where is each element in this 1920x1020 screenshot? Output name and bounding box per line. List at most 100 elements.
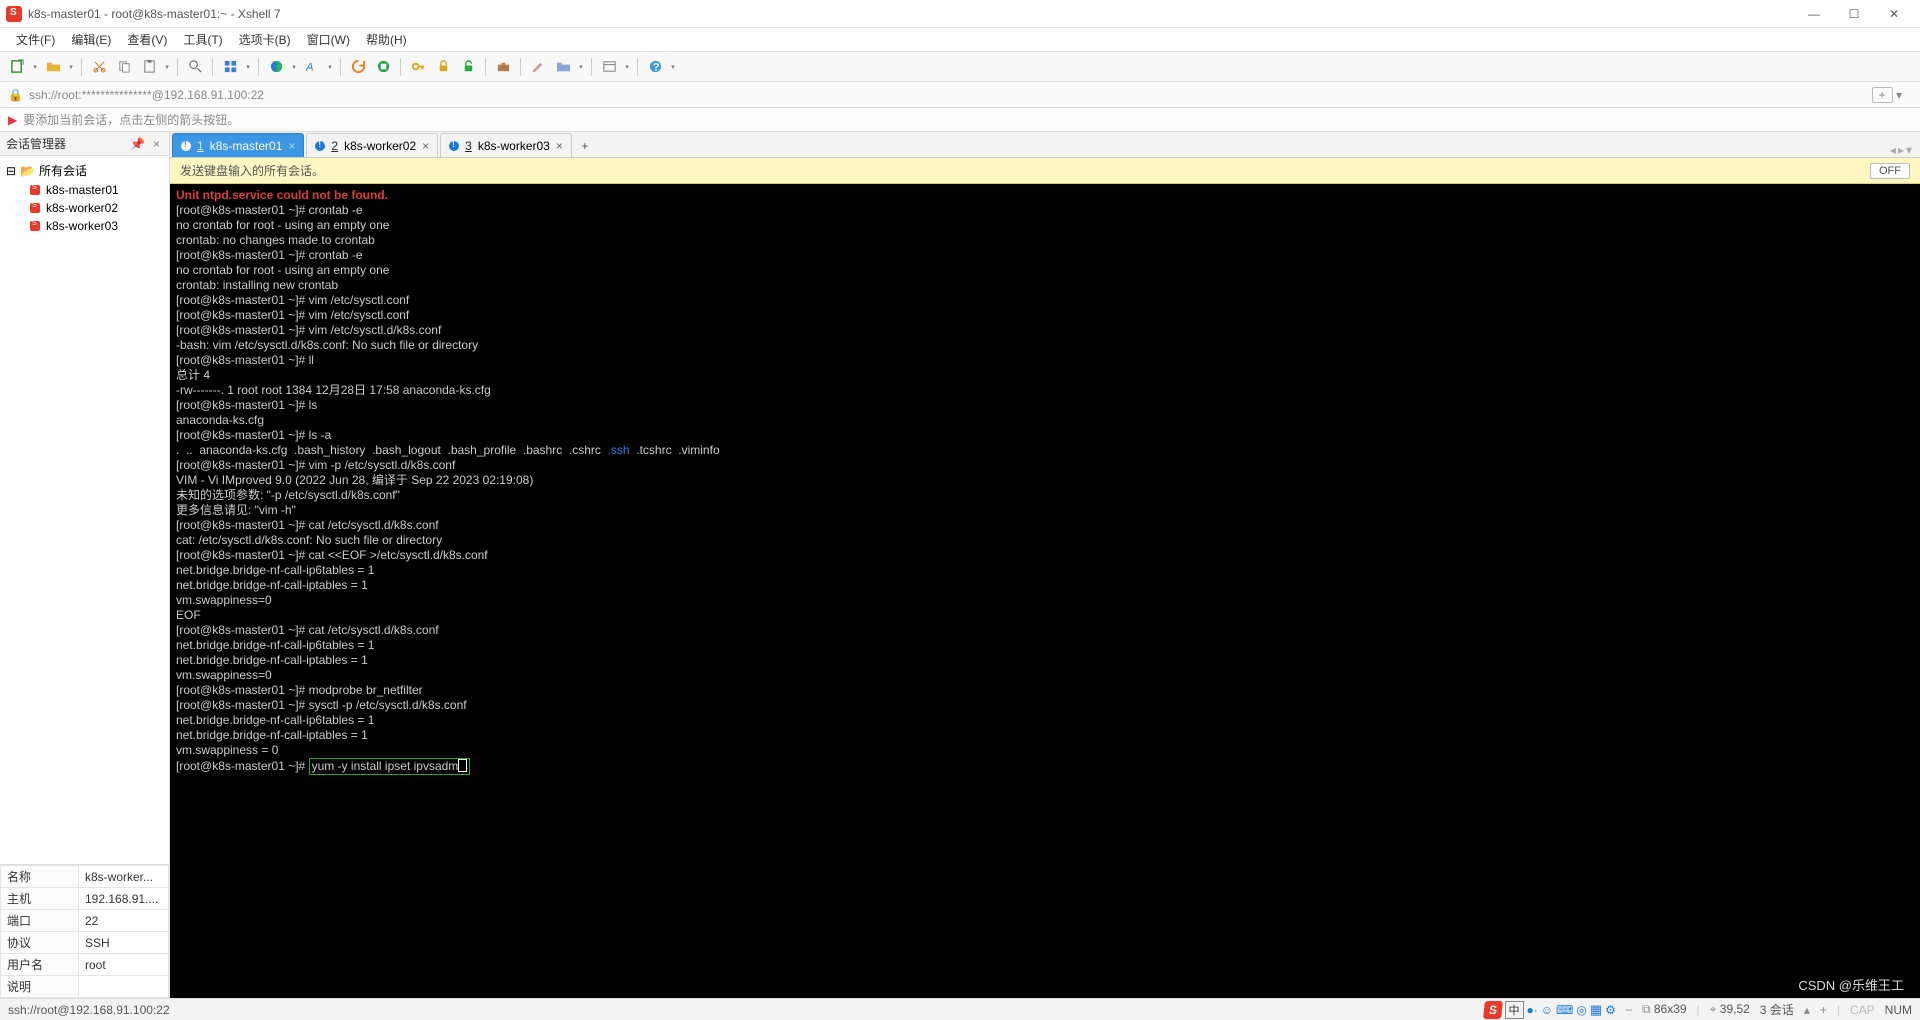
key-button[interactable]	[407, 56, 429, 78]
menu-file[interactable]: 文件(F)	[8, 28, 63, 51]
terminal-line: [root@k8s-master01 ~]# cat /etc/sysctl.d…	[176, 518, 439, 532]
tab-add-button[interactable]: +	[574, 135, 596, 157]
tab-strip: 1 k8s-master01 × 2 k8s-worker02 × 3 k8s-…	[170, 132, 1920, 158]
menu-window[interactable]: 窗口(W)	[299, 28, 358, 51]
menu-edit[interactable]: 编辑(E)	[63, 28, 119, 51]
new-dropdown[interactable]	[31, 56, 39, 78]
sidebar-close-icon[interactable]: ×	[150, 137, 163, 151]
plus-icon[interactable]: +	[1820, 1003, 1827, 1017]
cut-button[interactable]	[88, 56, 110, 78]
collapse-icon[interactable]: ⊟	[6, 164, 16, 178]
title-bar: k8s-master01 - root@k8s-master01:~ - Xsh…	[0, 0, 1920, 28]
font-button[interactable]: A	[301, 56, 323, 78]
toolbox-button[interactable]	[492, 56, 514, 78]
help-dropdown[interactable]	[669, 56, 677, 78]
folder-tool-dropdown[interactable]	[577, 56, 585, 78]
terminal-line: [root@k8s-master01 ~]# vim /etc/sysctl.d…	[176, 323, 441, 337]
terminal-line: anaconda-ks.cfg	[176, 413, 264, 427]
broadcast-off-button[interactable]: OFF	[1870, 163, 1910, 179]
ime-lang-button[interactable]: 中	[1505, 1001, 1524, 1019]
terminal-line: vm.swappiness = 0	[176, 743, 278, 757]
folder-tool-button[interactable]	[552, 56, 574, 78]
ime-settings-icon[interactable]: ⚙	[1605, 1003, 1616, 1017]
tree-root[interactable]: ⊟ 📂 所有会话	[4, 160, 165, 181]
tab-nav-left[interactable]: ◂	[1890, 143, 1896, 157]
sidebar-pin-icon[interactable]: 📌	[127, 137, 148, 151]
tab-close-icon[interactable]: ×	[422, 139, 429, 153]
terminal[interactable]: Unit ntpd.service could not be found. [r…	[170, 184, 1920, 998]
session-sidebar: 会话管理器 📌 × ⊟ 📂 所有会话 k8s-master01 k8s-work…	[0, 132, 170, 998]
stop-button[interactable]	[372, 56, 394, 78]
prop-row: 名称k8s-worker...	[1, 866, 169, 888]
menu-tool[interactable]: 工具(T)	[175, 28, 230, 51]
flag-icon[interactable]: ▶	[8, 113, 17, 127]
tab-close-icon[interactable]: ×	[556, 139, 563, 153]
menu-view[interactable]: 查看(V)	[119, 28, 175, 51]
ime-punct-icon[interactable]: ●·	[1527, 1003, 1538, 1017]
open-dropdown[interactable]	[67, 56, 75, 78]
paste-button[interactable]	[138, 56, 160, 78]
prop-val: SSH	[79, 932, 169, 954]
status-size: ⧉ 86x39	[1642, 1002, 1687, 1017]
prop-row: 端口22	[1, 910, 169, 932]
tab-close-icon[interactable]: ×	[288, 139, 295, 153]
tab-master01[interactable]: 1 k8s-master01 ×	[172, 133, 304, 157]
minimize-button[interactable]: —	[1794, 2, 1834, 26]
menu-tabs[interactable]: 选项卡(B)	[231, 28, 299, 51]
broadcast-text: 发送键盘输入的所有会话。	[180, 162, 324, 179]
tab-label: k8s-worker02	[344, 139, 416, 153]
menu-help[interactable]: 帮助(H)	[358, 28, 415, 51]
sessions-view-button[interactable]	[598, 56, 620, 78]
color-scheme-button[interactable]	[265, 56, 287, 78]
terminal-line: .tcshrc .viminfo	[630, 443, 720, 457]
tab-status-icon	[315, 141, 325, 151]
address-text[interactable]: ssh://root:***************@192.168.91.10…	[29, 88, 264, 102]
tab-number: 2	[331, 139, 338, 153]
terminal-line: [root@k8s-master01 ~]# vim /etc/sysctl.c…	[176, 293, 409, 307]
tab-nav-right[interactable]: ▸	[1898, 143, 1904, 157]
ime-skin-icon[interactable]: ◎	[1576, 1003, 1586, 1017]
tree-item-label: k8s-worker02	[46, 201, 118, 215]
terminal-line: net.bridge.bridge-nf-call-ip6tables = 1	[176, 563, 374, 577]
chevron-up-icon[interactable]: ▴	[1804, 1003, 1810, 1017]
tab-worker03[interactable]: 3 k8s-worker03 ×	[440, 133, 572, 157]
folder-icon: 📂	[20, 164, 35, 178]
address-bar: 🔒 ssh://root:***************@192.168.91.…	[0, 82, 1920, 108]
sogou-icon[interactable]: S	[1483, 1001, 1503, 1019]
maximize-button[interactable]: ☐	[1834, 2, 1874, 26]
copy-button[interactable]	[113, 56, 135, 78]
lock-button[interactable]	[432, 56, 454, 78]
edit-tool-button[interactable]	[527, 56, 549, 78]
open-button[interactable]	[42, 56, 64, 78]
address-add-button[interactable]: + ▾	[1862, 88, 1912, 102]
terminal-line: [root@k8s-master01 ~]# cat /etc/sysctl.d…	[176, 623, 439, 637]
terminal-line: [root@k8s-master01 ~]# ls	[176, 398, 317, 412]
find-button[interactable]	[184, 56, 206, 78]
terminal-line: [root@k8s-master01 ~]# sysctl -p /etc/sy…	[176, 698, 467, 712]
terminal-prompt: [root@k8s-master01 ~]#	[176, 759, 309, 773]
status-connection: ssh://root@192.168.91.100:22	[8, 1003, 170, 1017]
tree-item-master01[interactable]: k8s-master01	[4, 181, 165, 199]
tab-nav-menu[interactable]: ▾	[1906, 143, 1912, 157]
session-icon	[30, 203, 40, 213]
color-dropdown[interactable]	[290, 56, 298, 78]
font-dropdown[interactable]	[326, 56, 334, 78]
unlock-button[interactable]	[457, 56, 479, 78]
ime-grid-icon[interactable]: ▦	[1590, 1002, 1602, 1018]
ime-emoji-icon[interactable]: ☺	[1541, 1003, 1553, 1017]
help-button[interactable]: ?	[644, 56, 666, 78]
sessions-dropdown[interactable]	[623, 56, 631, 78]
tab-status-icon	[181, 141, 191, 151]
layout-dropdown[interactable]	[244, 56, 252, 78]
tree-item-worker02[interactable]: k8s-worker02	[4, 199, 165, 217]
layout-button[interactable]	[219, 56, 241, 78]
refresh-button[interactable]	[347, 56, 369, 78]
sidebar-title: 会话管理器	[6, 135, 66, 152]
ime-keyboard-icon[interactable]: ⌨	[1556, 1003, 1573, 1017]
new-session-button[interactable]	[6, 56, 28, 78]
paste-dropdown[interactable]	[163, 56, 171, 78]
tab-worker02[interactable]: 2 k8s-worker02 ×	[306, 133, 438, 157]
status-caps: CAP	[1850, 1003, 1875, 1017]
close-button[interactable]: ✕	[1874, 2, 1914, 26]
tree-item-worker03[interactable]: k8s-worker03	[4, 217, 165, 235]
